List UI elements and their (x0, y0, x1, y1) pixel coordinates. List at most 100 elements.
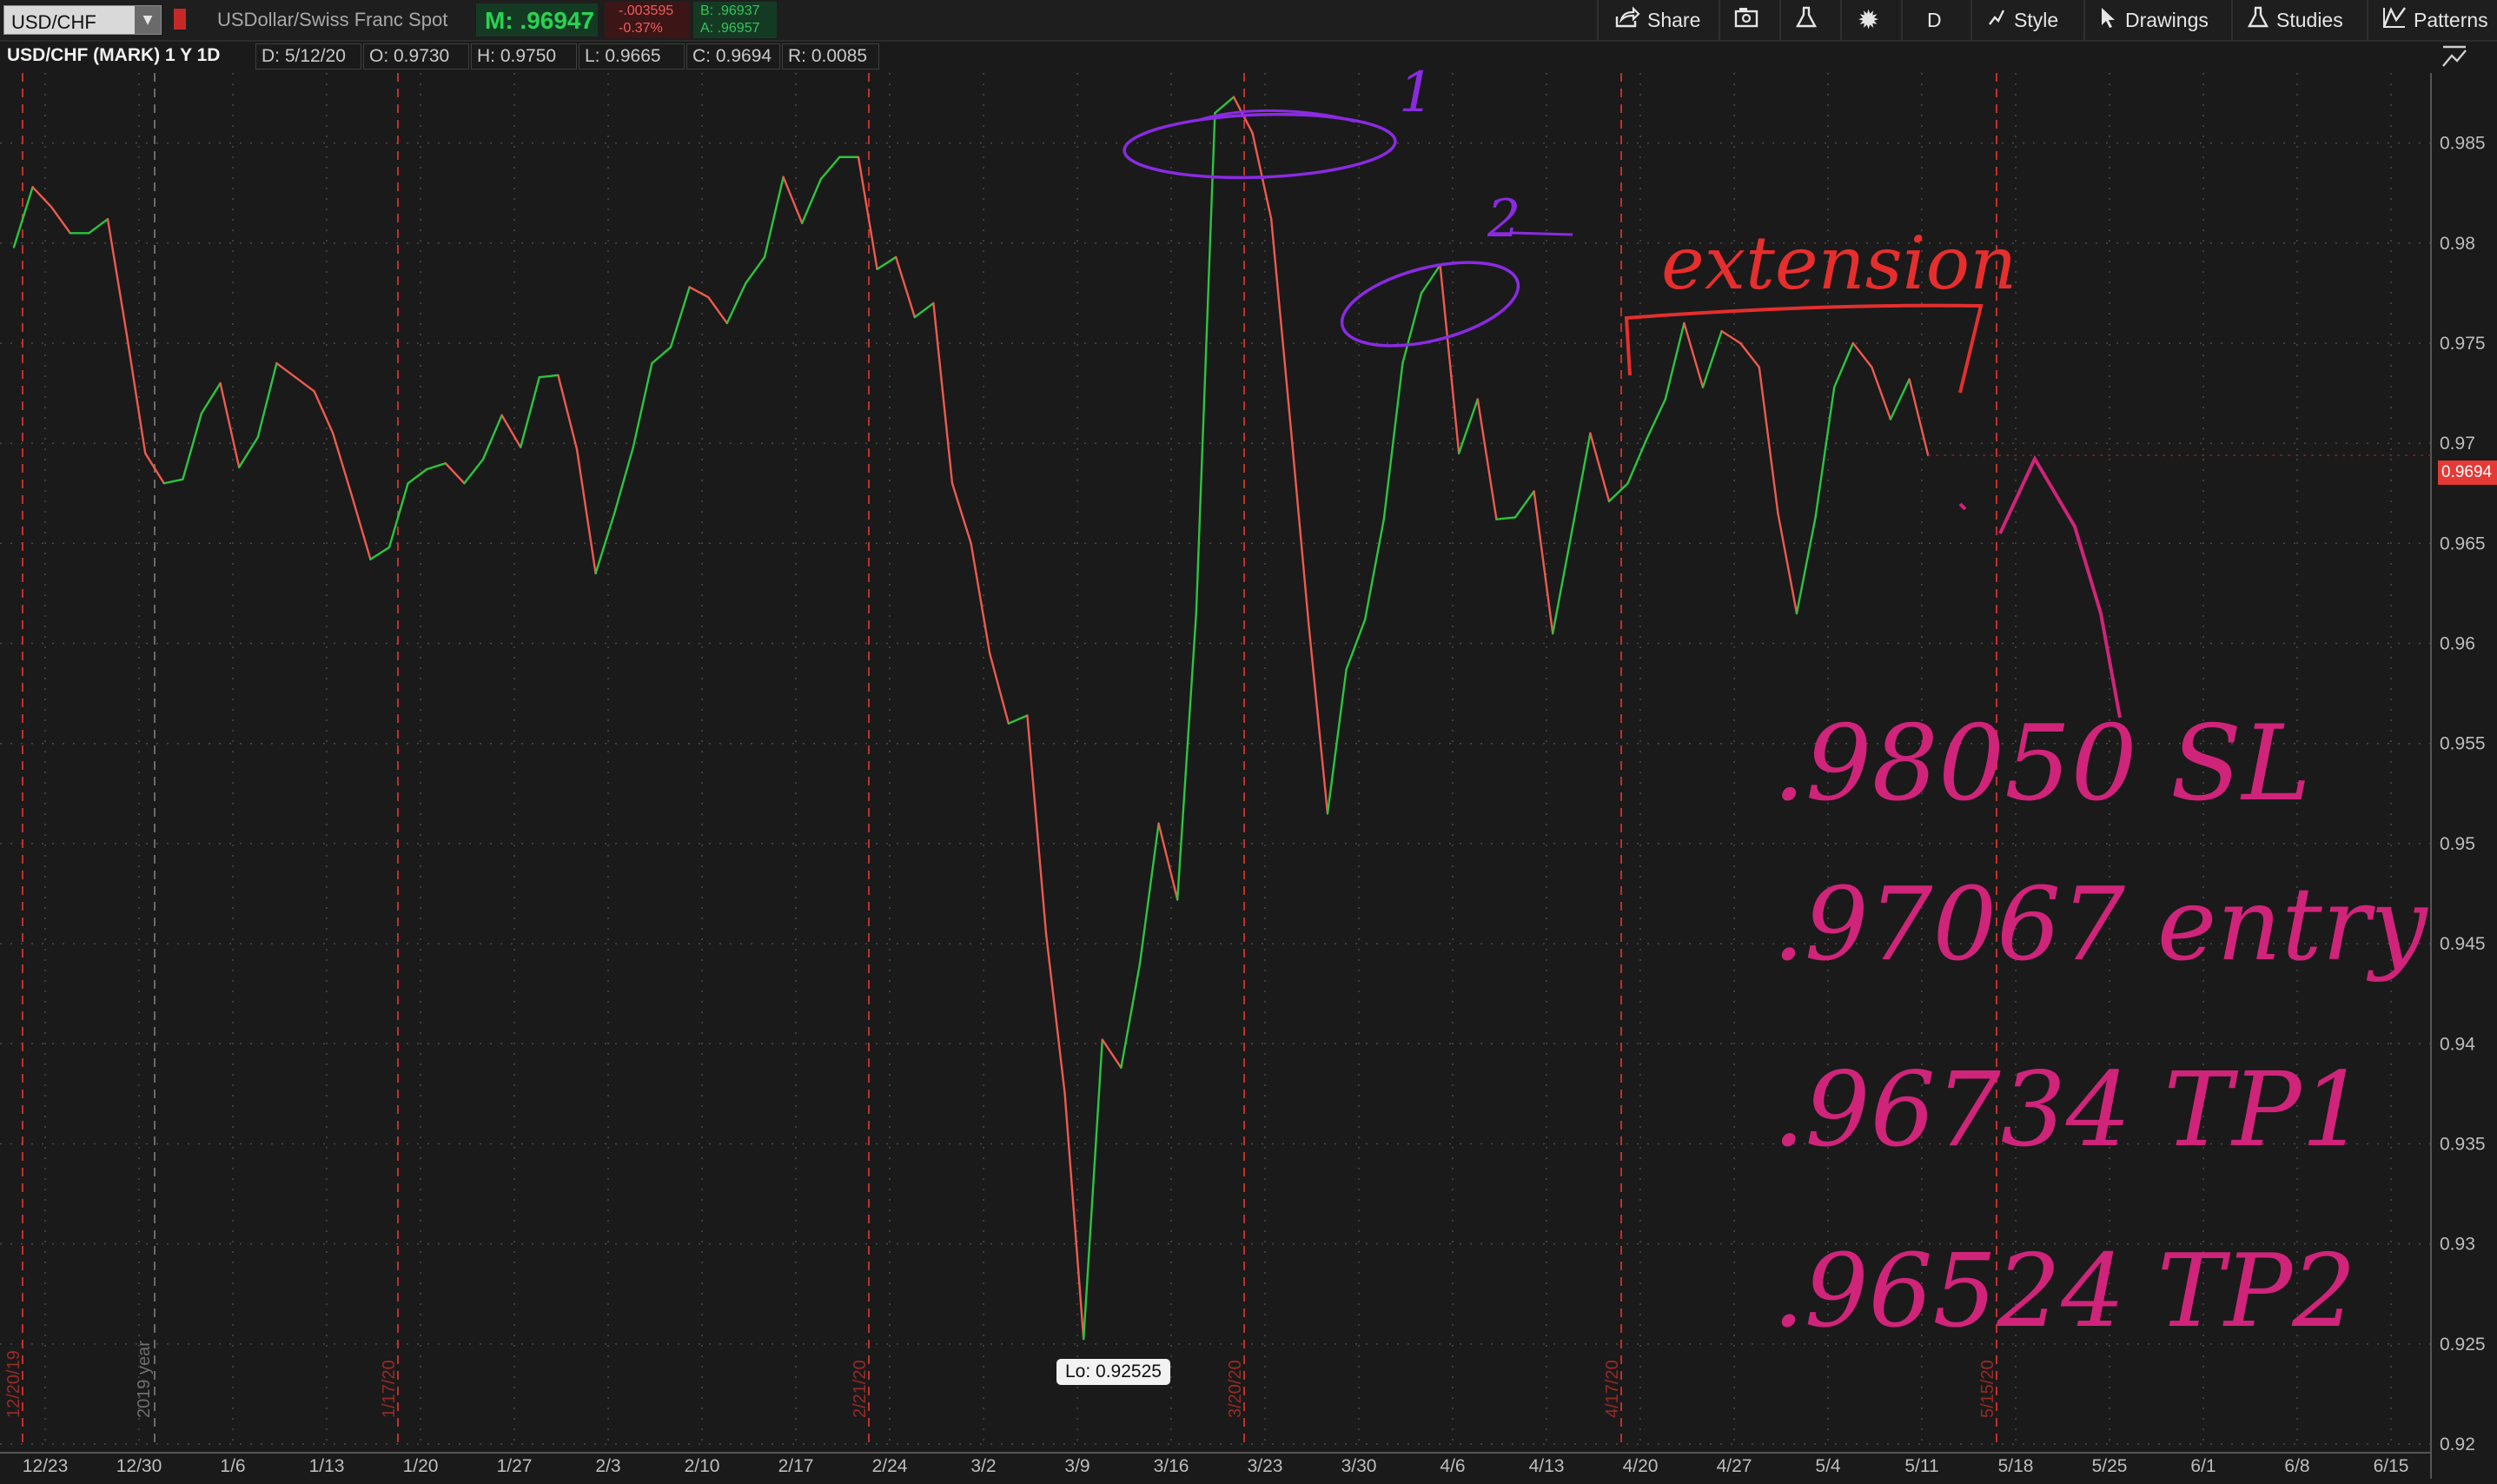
studies-button[interactable]: Studies (2247, 0, 2343, 40)
x-tick-label: 2/24 (872, 1456, 908, 1476)
symbol-selector[interactable]: USD/CHF ▼ (3, 5, 162, 35)
x-tick-label: 1/20 (403, 1456, 439, 1476)
x-tick-label: 12/23 (23, 1456, 69, 1476)
gear-icon: ✹ (1858, 5, 1880, 35)
expiration-label: 4/17/20 (1603, 1360, 1622, 1418)
toolbar-divider (1901, 0, 1903, 40)
chevron-down-icon[interactable]: ▼ (135, 6, 161, 34)
expiration-label: 2/21/20 (851, 1360, 870, 1418)
x-tick-label: 2/17 (778, 1456, 814, 1476)
bid-ask-box: B: .96937 A: .96957 (693, 2, 777, 38)
patterns-button[interactable]: Patterns (2382, 0, 2488, 40)
info-open: O: 0.9730 (363, 43, 469, 70)
x-tick-label: 4/20 (1623, 1456, 1659, 1476)
x-tick-label: 1/13 (309, 1456, 345, 1476)
x-tick-label: 3/2 (970, 1456, 996, 1476)
y-tick-label: 0.98 (2440, 234, 2475, 254)
share-label: Share (1647, 8, 1701, 31)
chart-settings-icon[interactable] (2441, 43, 2467, 70)
low-price-bubble: Lo: 0.92525 (1056, 1359, 1170, 1385)
toolbar-divider (1719, 0, 1720, 40)
share-icon (1614, 6, 1640, 34)
change-box: -.003595 -0.37% (605, 2, 690, 38)
x-tick-label: 4/13 (1529, 1456, 1565, 1476)
y-tick-label: 0.925 (2440, 1335, 2486, 1355)
aggregation-label: D (1927, 8, 1942, 31)
snapshot-button[interactable] (1734, 0, 1760, 40)
x-tick-label: 2/10 (685, 1456, 720, 1476)
top-toolbar: USD/CHF ▼ USDollar/Swiss Franc Spot M: .… (0, 0, 2497, 42)
toolbar-divider (1597, 0, 1599, 40)
studies-flask-icon (2247, 5, 2269, 35)
symbol-description: USDollar/Swiss Franc Spot (217, 9, 448, 30)
drawings-label: Drawings (2125, 8, 2209, 31)
expiration-label: 1/17/20 (380, 1360, 399, 1418)
x-tick-label: 12/30 (116, 1456, 162, 1476)
last-price-label: 0.9694 (2438, 460, 2497, 485)
info-date: D: 5/12/20 (255, 43, 361, 70)
patterns-label: Patterns (2414, 8, 2488, 31)
toolbar-divider (2367, 0, 2368, 40)
x-tick-label: 3/9 (1064, 1456, 1090, 1476)
x-tick-label: 2/3 (595, 1456, 620, 1476)
settings-button[interactable]: ✹ (1858, 0, 1879, 40)
mark-price-box: M: .96947 (476, 3, 598, 36)
net-change: -.003595 (619, 3, 674, 18)
x-tick-label: 5/4 (1815, 1456, 1841, 1476)
y-tick-label: 0.95 (2440, 834, 2475, 854)
x-tick-label: 3/23 (1248, 1456, 1283, 1476)
chart-title: USD/CHF (MARK) 1 Y 1D (7, 45, 221, 65)
drawings-button[interactable]: Drawings (2099, 0, 2209, 40)
flask-button[interactable] (1795, 0, 1818, 40)
y-tick-label: 0.93 (2440, 1235, 2475, 1255)
x-tick-label: 4/6 (1440, 1456, 1465, 1476)
expiration-label: 3/20/20 (1226, 1360, 1245, 1418)
share-button[interactable]: Share (1614, 0, 1700, 40)
percent-change: -0.37% (619, 21, 663, 36)
info-high: H: 0.9750 (471, 43, 577, 70)
toolbar-divider (1840, 0, 1842, 40)
year-label: 2019 year (135, 1341, 154, 1418)
bid-price: B: .96937 (700, 3, 760, 18)
x-tick-label: 5/18 (1998, 1456, 2034, 1476)
y-tick-label: 0.955 (2440, 734, 2486, 754)
x-tick-label: 3/16 (1154, 1456, 1189, 1476)
x-tick-label: 1/27 (497, 1456, 533, 1476)
camera-icon (1734, 6, 1760, 34)
y-tick-label: 0.965 (2440, 533, 2486, 553)
expiration-label: 12/20/19 (4, 1350, 23, 1418)
y-tick-label: 0.97 (2440, 434, 2475, 454)
info-range: R: 0.0085 (782, 43, 879, 70)
x-tick-label: 5/11 (1904, 1456, 1938, 1476)
aggregation-button[interactable]: D (1927, 0, 1942, 40)
flag-icon[interactable] (174, 9, 186, 30)
y-tick-label: 0.92 (2440, 1434, 2475, 1454)
mark-price: M: .96947 (485, 7, 595, 34)
price-chart[interactable]: 0.985 0.98 0.975 0.97 0.965 0.96 0.955 0.95 0.94… (0, 73, 2497, 1484)
style-icon (1986, 7, 2007, 33)
style-button[interactable]: Style (1986, 0, 2058, 40)
y-tick-label: 0.975 (2440, 334, 2486, 354)
patterns-icon (2382, 6, 2407, 34)
x-tick-label: 6/1 (2190, 1456, 2216, 1476)
cursor-icon (2099, 6, 2118, 34)
x-tick-label: 6/8 (2284, 1456, 2309, 1476)
x-tick-label: 4/27 (1717, 1456, 1752, 1476)
chart-background (0, 73, 2497, 1484)
symbol-text: USD/CHF (11, 11, 96, 33)
x-tick-label: 1/6 (220, 1456, 245, 1476)
toolbar-divider (1970, 0, 1972, 40)
flask-icon (1795, 5, 1818, 35)
info-close: C: 0.9694 (686, 43, 780, 70)
y-tick-label: 0.96 (2440, 634, 2475, 654)
info-low: L: 0.9665 (579, 43, 685, 70)
studies-label: Studies (2276, 8, 2343, 31)
chart-info-bar: USD/CHF (MARK) 1 Y 1D D: 5/12/20 O: 0.97… (0, 42, 2497, 73)
toolbar-divider (2083, 0, 2085, 40)
y-tick-label: 0.945 (2440, 934, 2486, 954)
x-tick-label: 5/25 (2092, 1456, 2128, 1476)
y-tick-label: 0.935 (2440, 1134, 2486, 1154)
y-tick-label: 0.94 (2440, 1034, 2475, 1054)
toolbar-divider (1779, 0, 1781, 40)
ask-price: A: .96957 (700, 21, 760, 36)
